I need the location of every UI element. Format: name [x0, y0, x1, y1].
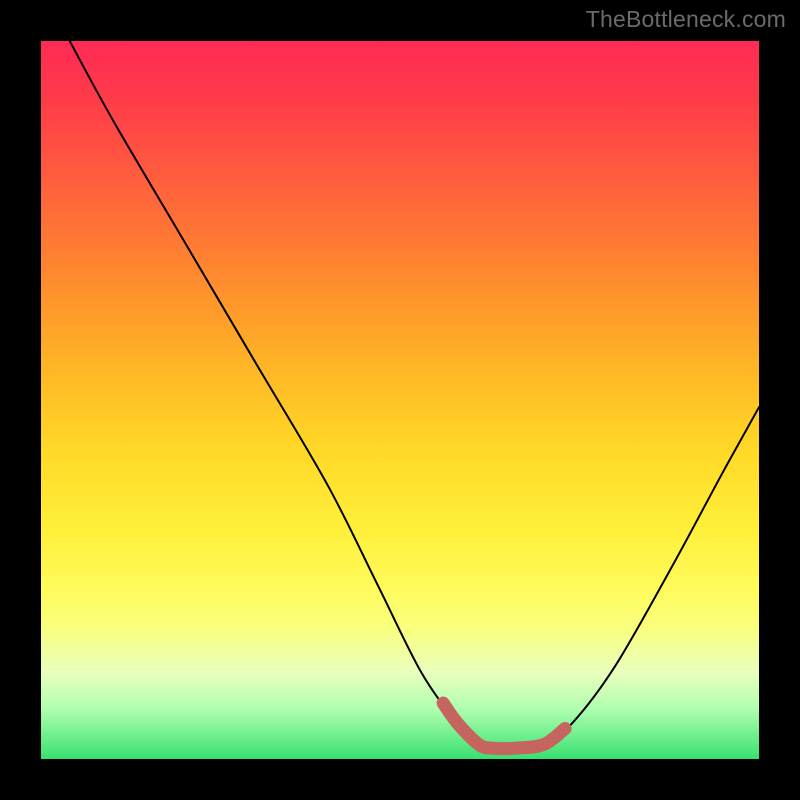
- curve-layer: [41, 41, 759, 759]
- watermark-text: TheBottleneck.com: [586, 6, 786, 33]
- bottleneck-curve-highlight: [443, 703, 565, 749]
- chart-frame: TheBottleneck.com: [0, 0, 800, 800]
- plot-area: [41, 41, 759, 759]
- bottleneck-curve: [70, 41, 759, 749]
